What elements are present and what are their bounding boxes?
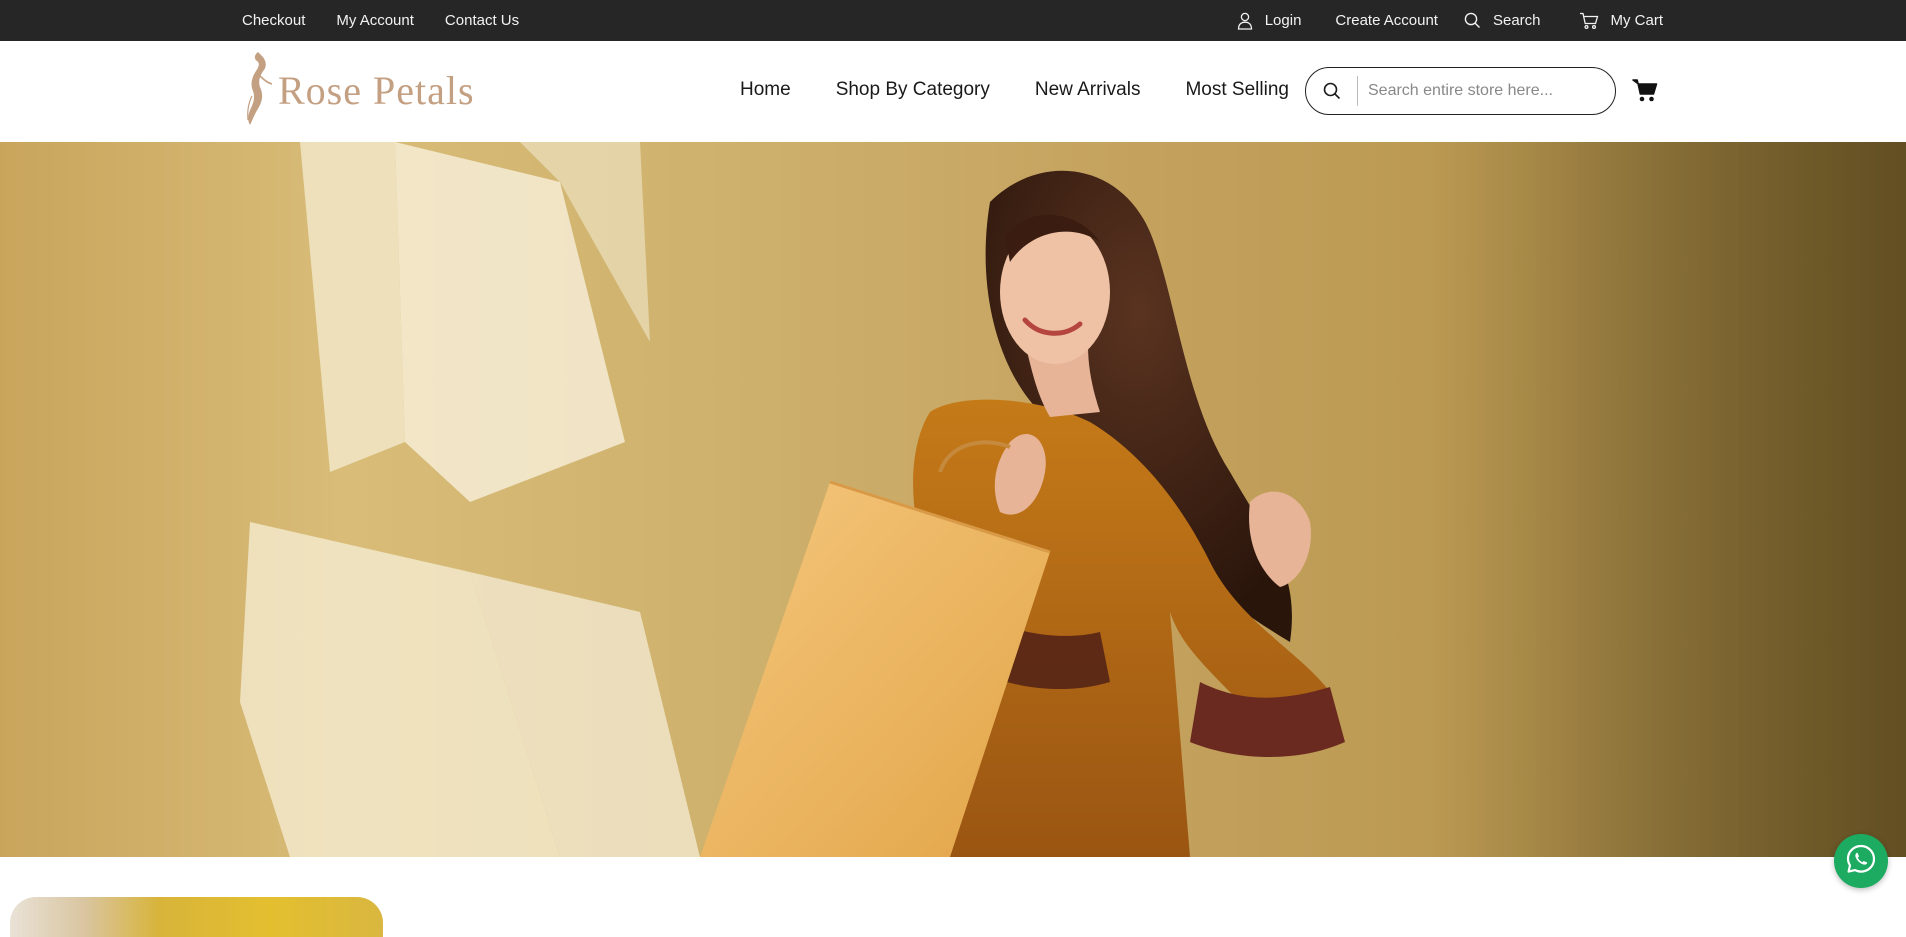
main-navigation: Home Shop By Category New Arrivals Most … [740,41,1289,138]
logo-wordmark: Rose Petals [278,67,475,113]
top-search-link[interactable]: Search [1464,12,1541,29]
cart-icon [1579,12,1599,30]
cart-icon[interactable] [1632,77,1658,103]
top-search-label: Search [1492,12,1541,29]
category-thumbnail[interactable] [10,897,383,937]
below-hero-section [0,857,1906,937]
login-link[interactable]: Login [1237,12,1302,30]
search-icon[interactable] [1306,76,1358,106]
nav-new-arrivals[interactable]: New Arrivals [1035,79,1141,101]
my-cart-label: My Cart [1610,12,1664,29]
login-label: Login [1264,12,1302,29]
top-utility-bar: Checkout My Account Contact Us Login Cre… [0,0,1906,41]
nav-most-selling[interactable]: Most Selling [1185,79,1289,101]
top-left-links: Checkout My Account Contact Us [242,0,519,41]
top-right-links: Login Create Account Search My Cart [1237,0,1663,41]
create-account-link[interactable]: Create Account [1335,12,1438,29]
logo-figure-icon [244,50,274,131]
main-header: Rose Petals Home Shop By Category New Ar… [0,41,1906,142]
store-search-input[interactable] [1358,81,1598,101]
search-icon [1464,12,1481,29]
user-icon [1237,12,1253,30]
checkout-link[interactable]: Checkout [242,12,305,29]
nav-home[interactable]: Home [740,79,791,101]
nav-shop-by-category[interactable]: Shop By Category [836,79,990,101]
hero-banner[interactable] [0,142,1906,857]
my-account-link[interactable]: My Account [336,12,414,29]
whatsapp-chat-button[interactable] [1834,834,1888,888]
my-cart-link[interactable]: My Cart [1579,12,1664,30]
whatsapp-icon [1845,843,1877,880]
store-search-box [1305,67,1616,115]
site-logo[interactable]: Rose Petals [244,51,494,129]
contact-us-link[interactable]: Contact Us [445,12,519,29]
